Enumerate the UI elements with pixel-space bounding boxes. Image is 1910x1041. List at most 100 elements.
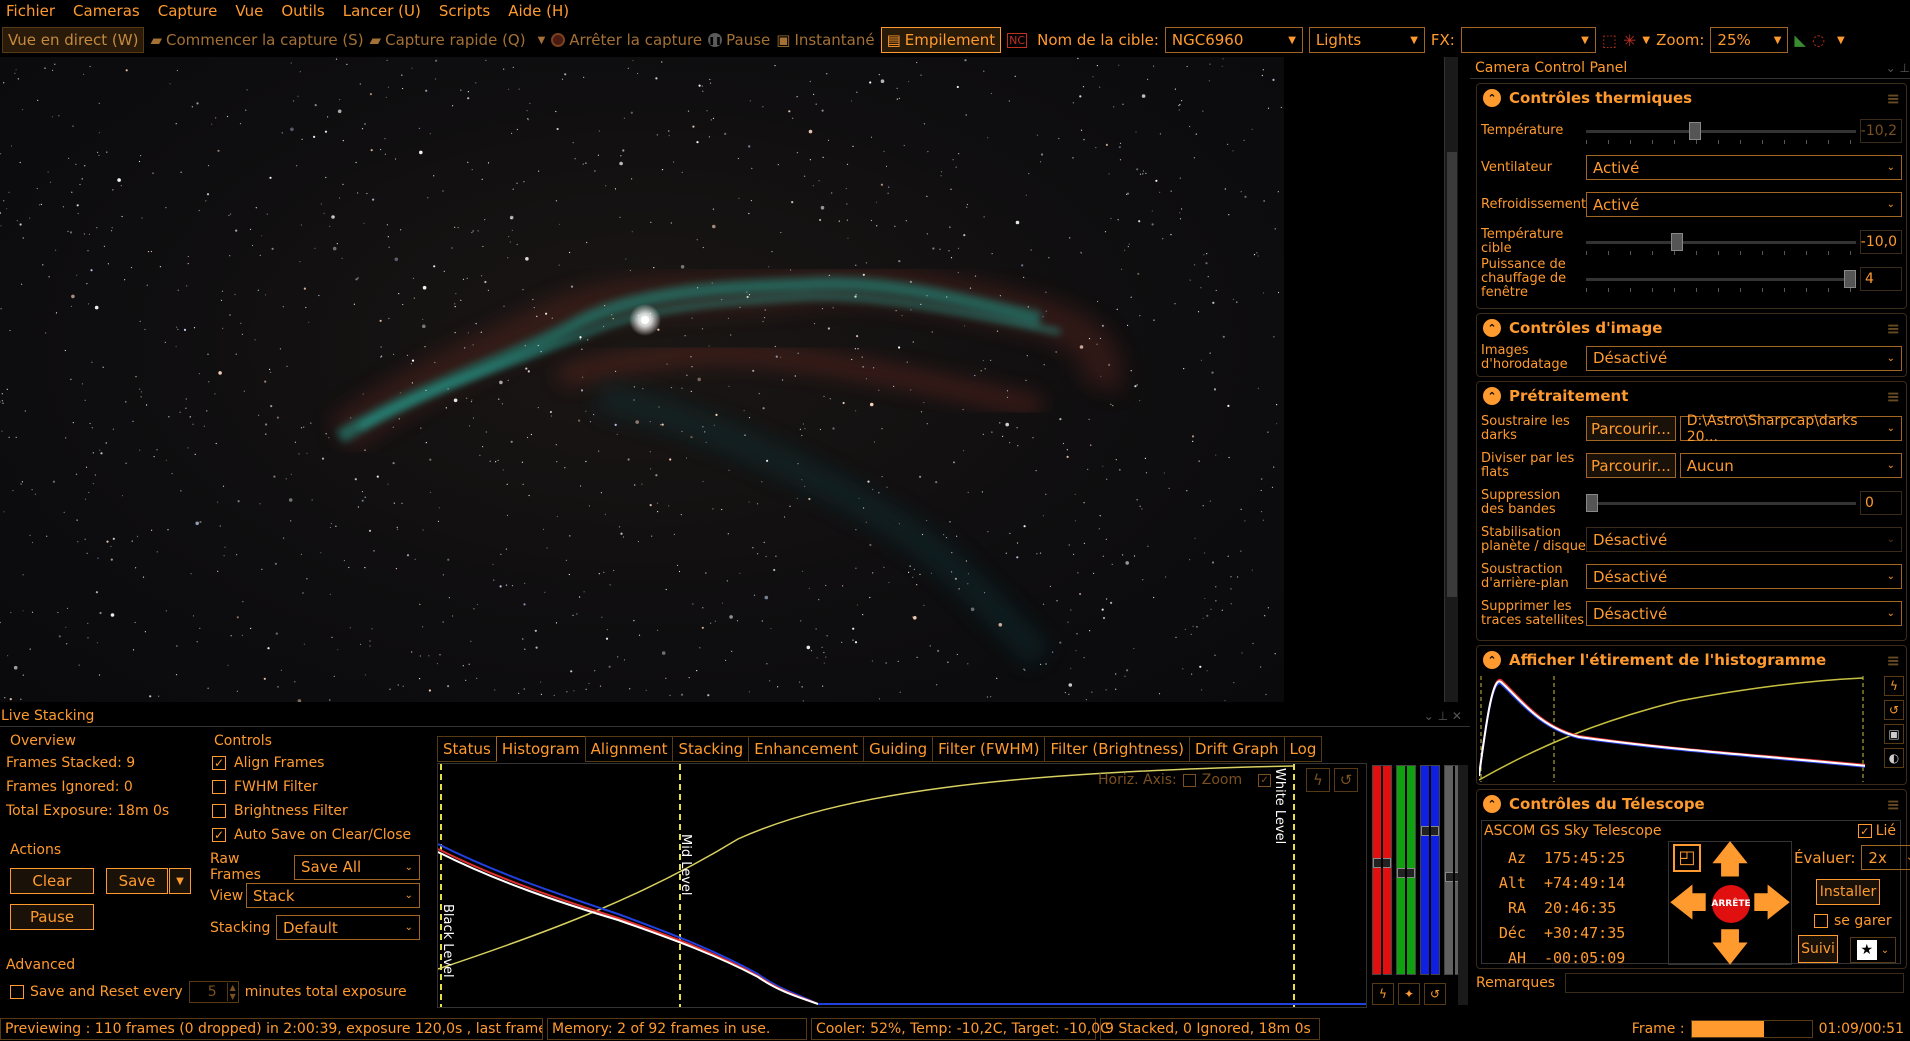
telescope-header[interactable]: ⌃ Contrôles du Télescope ≡ — [1477, 790, 1906, 818]
menu-cameras[interactable]: Cameras — [67, 2, 152, 20]
background-select[interactable]: Désactivé ⌄ — [1586, 564, 1902, 589]
crosshair-icon[interactable]: ✳ — [1623, 31, 1636, 50]
flats-select[interactable]: Aucun ⌄ — [1679, 453, 1902, 478]
tab-filter-fwhm[interactable]: Filter (FWHM) — [932, 736, 1046, 762]
stack-histogram-view[interactable]: Black Level Mid Level White Level Horiz.… — [437, 763, 1367, 1008]
collapse-icon[interactable]: ⌃ — [1483, 651, 1501, 669]
chevron-down-icon[interactable]: ▼ — [1837, 35, 1845, 46]
satellite-select[interactable]: Désactivé ⌄ — [1586, 601, 1902, 626]
preprocessing-header[interactable]: ⌃ Prétraitement ≡ — [1477, 382, 1906, 410]
histogram-stretch-header[interactable]: ⌃ Afficher l'étirement de l'histogramme ≡ — [1477, 646, 1906, 674]
timer-icon[interactable]: ◌ — [1812, 31, 1825, 49]
menu-icon[interactable]: ≡ — [1887, 795, 1900, 814]
arrow-left-icon[interactable]: 🡄 — [1668, 884, 1707, 922]
reset-icon[interactable]: ↺ — [1884, 700, 1904, 720]
clear-button[interactable]: Clear — [10, 868, 94, 894]
snapshot-button[interactable]: ▣ Instantané — [776, 31, 874, 49]
save-button[interactable]: Save — [106, 868, 168, 894]
banding-value[interactable]: 0 — [1860, 490, 1902, 515]
menu-vue[interactable]: Vue — [229, 2, 275, 20]
lightning-icon[interactable]: ϟ — [1884, 676, 1904, 696]
cooling-select[interactable]: Activé ⌄ — [1586, 192, 1902, 217]
live-view-button[interactable]: Vue en direct (W) — [2, 27, 145, 53]
tab-alignment[interactable]: Alignment — [584, 736, 674, 762]
menu-capture[interactable]: Capture — [152, 2, 230, 20]
brightness-filter-checkbox[interactable]: Brightness Filter — [212, 799, 411, 823]
linked-checkbox[interactable]: ✓ Lié — [1857, 823, 1896, 839]
zoom-checkbox[interactable] — [1182, 773, 1196, 787]
scrollbar-thumb[interactable] — [1447, 152, 1457, 597]
collapse-icon[interactable]: ⌃ — [1483, 387, 1501, 405]
menu-aide[interactable]: Aide (H) — [502, 2, 581, 20]
checkbox-unchecked-icon[interactable] — [212, 804, 226, 818]
stop-capture-button[interactable]: Arrêter la capture — [551, 31, 702, 49]
green-level-slider[interactable] — [1396, 765, 1416, 976]
panel-window-controls[interactable]: ⌄ ⊥ ✕ — [1424, 709, 1470, 723]
target-temp-slider[interactable] — [1586, 232, 1856, 255]
collapse-icon[interactable]: ⌃ — [1483, 319, 1501, 337]
frame-type-select[interactable]: Lights ▼ — [1308, 27, 1425, 53]
blue-level-slider[interactable] — [1420, 765, 1440, 976]
pause-stack-button[interactable]: Pause — [10, 904, 94, 930]
flats-browse-button[interactable]: Parcourir... — [1586, 453, 1676, 478]
darks-browse-button[interactable]: Parcourir... — [1586, 416, 1676, 441]
bottom-panel-scrollbar[interactable] — [1458, 765, 1468, 1005]
image-controls-header[interactable]: ⌃ Contrôles d'image ≡ — [1477, 314, 1906, 342]
menu-outils[interactable]: Outils — [275, 2, 336, 20]
park-checkbox[interactable]: se garer — [1814, 913, 1892, 929]
checkbox-checked-icon[interactable]: ✓ — [1857, 824, 1872, 838]
remarks-input[interactable] — [1565, 973, 1904, 993]
fx-select[interactable]: ▼ — [1460, 27, 1596, 53]
heater-slider-knob[interactable] — [1844, 269, 1856, 288]
darks-select[interactable]: D:\Astro\Sharpcap\darks 20... ⌄ — [1679, 413, 1902, 445]
menu-fichier[interactable]: Fichier — [0, 2, 67, 20]
heater-value[interactable]: 4 — [1860, 266, 1902, 291]
zoom-select[interactable]: 25% ▼ — [1710, 27, 1789, 53]
tab-drift-graph[interactable]: Drift Graph — [1188, 736, 1285, 762]
reset-icon[interactable]: ↺ — [1334, 768, 1358, 792]
pause-button[interactable]: ❚❚ Pause — [708, 31, 770, 49]
rate-select[interactable]: 2x⌄ — [1861, 845, 1910, 870]
red-level-slider[interactable] — [1372, 765, 1392, 976]
arrow-right-icon[interactable]: 🡆 — [1752, 884, 1791, 922]
tab-filter-brightness[interactable]: Filter (Brightness) — [1044, 736, 1190, 762]
tab-enhancement[interactable]: Enhancement — [748, 736, 865, 762]
menu-lancer[interactable]: Lancer (U) — [337, 2, 433, 20]
grid-icon[interactable]: ⬚ — [1602, 31, 1617, 50]
target-temp-value[interactable]: -10,0 — [1860, 229, 1902, 254]
chevron-down-icon[interactable]: ▼ — [1642, 35, 1650, 46]
menu-icon[interactable]: ≡ — [1887, 89, 1900, 108]
auto-save-checkbox[interactable]: ✓ Auto Save on Clear/Close — [212, 823, 411, 847]
tab-status[interactable]: Status — [437, 736, 497, 762]
stop-slew-button[interactable]: ARRÊTE — [1711, 885, 1751, 923]
track-button[interactable]: Suivi — [1798, 935, 1838, 963]
fwhm-filter-checkbox[interactable]: FWHM Filter — [212, 775, 411, 799]
reset-icon[interactable]: ↺ — [1424, 983, 1446, 1005]
checkbox-checked-icon[interactable]: ✓ — [212, 828, 226, 842]
banding-slider[interactable] — [1586, 493, 1856, 513]
pin-icon[interactable]: ⌄ ⊥ — [1886, 61, 1910, 75]
save-reset-stepper[interactable]: 5 ▲ ▼ — [188, 981, 239, 1003]
checkbox-unchecked-icon[interactable] — [1814, 914, 1828, 928]
heater-slider[interactable] — [1586, 269, 1856, 292]
tab-guiding[interactable]: Guiding — [863, 736, 934, 762]
save-icon[interactable]: ▣ — [1884, 724, 1904, 744]
raw-frames-select[interactable]: Save All ⌄ — [294, 854, 420, 880]
view-select[interactable]: Stack ⌄ — [246, 883, 420, 908]
stacking-button[interactable]: ▤ Empilement — [880, 27, 1002, 53]
save-options-chevron-icon[interactable]: ▼ — [169, 868, 191, 894]
spiral-search-icon[interactable]: ◰ — [1673, 844, 1701, 872]
arrow-down-icon[interactable]: 🡇 — [1710, 928, 1749, 966]
histogram-icon[interactable]: ◣ — [1794, 31, 1806, 49]
star-select[interactable]: ★ ⌄ — [1850, 937, 1896, 963]
checkbox-checked-icon[interactable]: ✓ — [212, 756, 226, 770]
stabilization-select[interactable]: Désactivé ⌄ — [1586, 527, 1902, 552]
menu-icon[interactable]: ≡ — [1887, 319, 1900, 338]
collapse-icon[interactable]: ⌃ — [1483, 795, 1501, 813]
checkbox-unchecked-icon[interactable] — [212, 780, 226, 794]
tab-stacking[interactable]: Stacking — [672, 736, 750, 762]
tab-log[interactable]: Log — [1283, 736, 1323, 762]
target-name-select[interactable]: NGC6960 ▼ — [1164, 27, 1303, 53]
contrast-icon[interactable]: ◐ — [1884, 748, 1904, 768]
menu-icon[interactable]: ≡ — [1887, 651, 1900, 670]
